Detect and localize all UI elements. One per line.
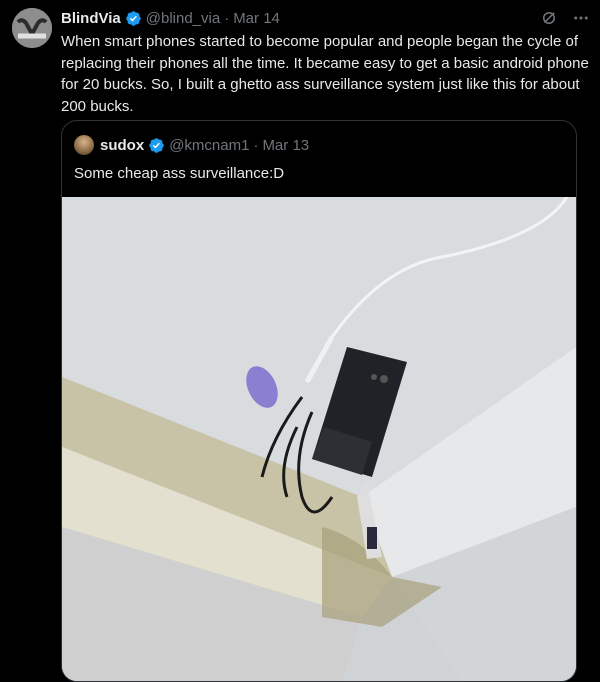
quoted-tweet-header: sudox @kmcnam1 · Mar 13: [74, 135, 309, 155]
verified-badge-icon: [125, 10, 141, 26]
quoted-tweet-card[interactable]: sudox @kmcnam1 · Mar 13 Some cheap ass s…: [61, 120, 577, 682]
separator-dot: ·: [224, 9, 230, 27]
quoted-tweet-text: Some cheap ass surveillance:D: [74, 165, 285, 182]
author-handle[interactable]: @blind_via: [146, 10, 220, 27]
quoted-author-avatar[interactable]: [74, 135, 94, 155]
separator-dot: ·: [253, 136, 259, 154]
quoted-author-handle[interactable]: @kmcnam1: [169, 137, 249, 154]
more-icon[interactable]: [572, 9, 590, 27]
tweet-header: BlindVia @blind_via · Mar 14: [61, 8, 590, 28]
tweet-text: When smart phones started to become popu…: [61, 33, 589, 115]
quoted-tweet-date[interactable]: Mar 13: [262, 137, 309, 154]
author-name[interactable]: BlindVia: [61, 10, 121, 27]
author-avatar[interactable]: [12, 8, 52, 48]
verified-badge-icon: [149, 137, 164, 153]
grok-icon[interactable]: [540, 9, 558, 27]
quoted-author-name[interactable]: sudox: [100, 137, 144, 154]
quoted-tweet-photo[interactable]: [62, 197, 576, 681]
tweet-date[interactable]: Mar 14: [233, 10, 280, 27]
